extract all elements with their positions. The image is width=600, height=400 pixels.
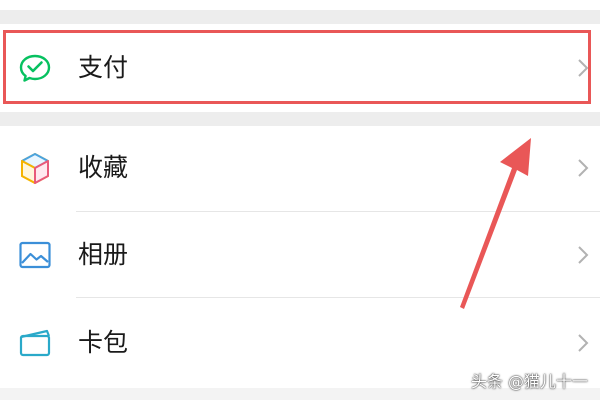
- menu-item-label: 收藏: [78, 153, 129, 182]
- chevron-right-icon: [578, 246, 589, 264]
- menu-item-label: 卡包: [78, 328, 129, 357]
- chevron-right-icon: [578, 59, 589, 77]
- menu-item-favorites[interactable]: 收藏: [0, 126, 600, 212]
- menu-item-album[interactable]: 相册: [0, 212, 600, 298]
- album-image-icon: [19, 241, 51, 269]
- wechat-me-page: 支付 收藏 相册 卡包 头条 @猫儿十一: [0, 0, 600, 400]
- section-separator: [0, 112, 600, 126]
- chevron-right-icon: [578, 334, 589, 352]
- wechat-pay-icon: [19, 54, 51, 82]
- top-area: [0, 0, 600, 24]
- chevron-right-icon: [578, 159, 589, 177]
- top-separator: [0, 10, 600, 24]
- menu-item-pay[interactable]: 支付: [0, 24, 600, 112]
- favorites-cube-icon: [21, 152, 49, 185]
- watermark: 头条 @猫儿十一: [470, 372, 588, 391]
- card-wallet-icon: [19, 329, 51, 357]
- menu-item-label: 相册: [78, 240, 129, 269]
- menu-item-label: 支付: [78, 53, 129, 82]
